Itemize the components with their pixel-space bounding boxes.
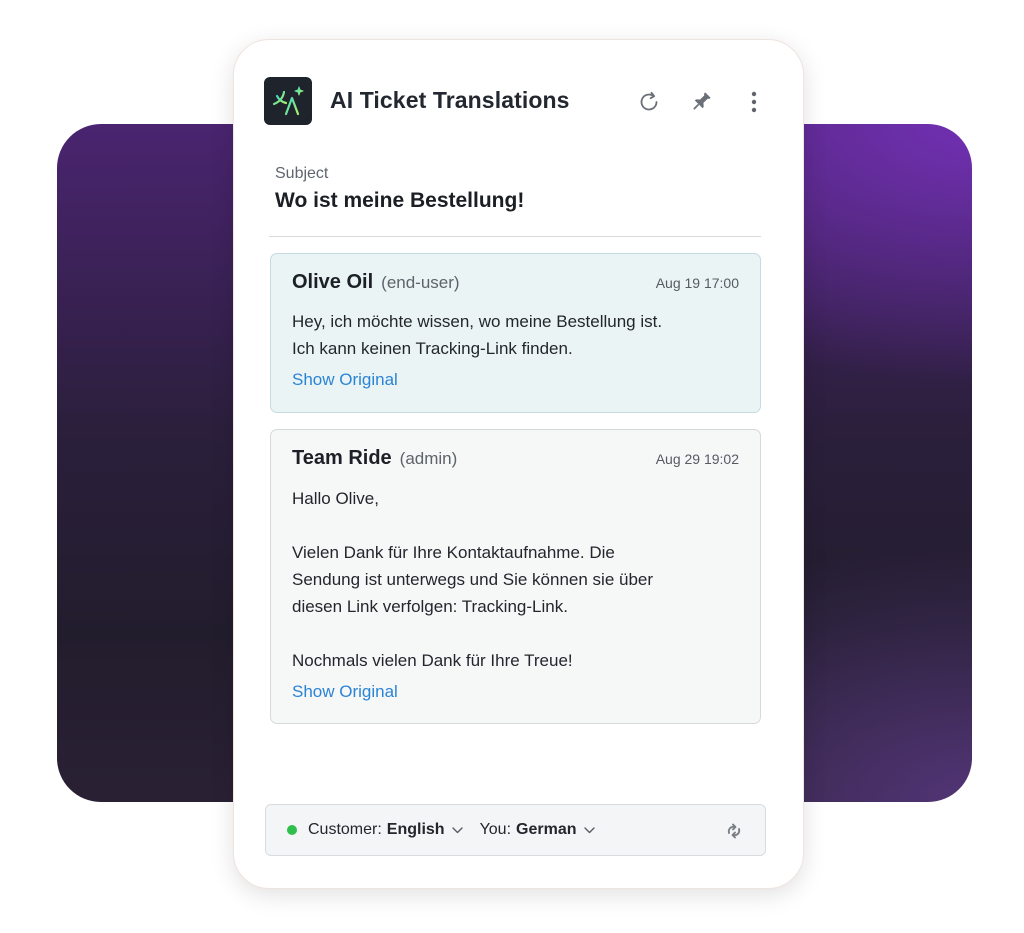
agent-language-label: You: [479, 821, 512, 838]
customer-language-label: Customer: [308, 821, 382, 838]
message-header: Team Ride (admin) Aug 29 19:02 [292, 447, 739, 473]
pin-button[interactable] [686, 87, 716, 117]
message-header: Olive Oil (end-user) Aug 19 17:00 [292, 271, 739, 297]
divider [269, 236, 761, 237]
message-timestamp: Aug 29 19:02 [655, 451, 739, 467]
ticket-subject: Wo ist meine Bestellung! [275, 189, 525, 212]
subject-label: Subject [275, 165, 329, 182]
status-dot [287, 825, 297, 835]
more-vertical-icon [751, 91, 757, 113]
chevron-down-icon [451, 826, 463, 834]
message-body: Hallo Olive, Vielen Dank für Ihre Kontak… [292, 489, 654, 670]
more-options-button[interactable] [739, 87, 769, 117]
customer-language-value: English [386, 821, 445, 838]
swap-icon [727, 823, 741, 839]
show-original-link[interactable]: Show Original [292, 370, 398, 390]
message-timestamp: Aug 19 17:00 [655, 275, 739, 291]
message-card-admin: Team Ride (admin) Aug 29 19:02 Hallo Oliv… [270, 429, 761, 724]
customer-language-select[interactable]: Customer: English [308, 821, 463, 839]
app-card: AI Ticket Translations Subject Wo ist me… [233, 39, 804, 889]
message-role: (admin) [399, 449, 458, 468]
swap-languages-button[interactable] [723, 820, 745, 842]
chevron-down-icon [583, 826, 595, 834]
refresh-button[interactable] [634, 87, 664, 117]
translate-sparkle-icon [264, 77, 312, 125]
agent-language-value: German [516, 821, 577, 838]
message-author: Olive Oil [292, 271, 374, 293]
message-author: Team Ride [292, 447, 392, 469]
agent-language-select[interactable]: You: German [480, 821, 595, 839]
message-card-end-user: Olive Oil (end-user) Aug 19 17:00 Hey, ic… [270, 253, 761, 413]
app-header: AI Ticket Translations [264, 77, 773, 127]
show-original-link[interactable]: Show Original [292, 682, 398, 702]
pin-icon [693, 92, 711, 110]
message-role: (end-user) [381, 273, 460, 292]
language-footer: Customer: English You: German [265, 804, 766, 856]
app-title: AI Ticket Translations [330, 87, 570, 113]
message-body: Hey, ich möchte wissen, wo meine Bestell… [292, 312, 663, 358]
refresh-icon [640, 91, 658, 111]
